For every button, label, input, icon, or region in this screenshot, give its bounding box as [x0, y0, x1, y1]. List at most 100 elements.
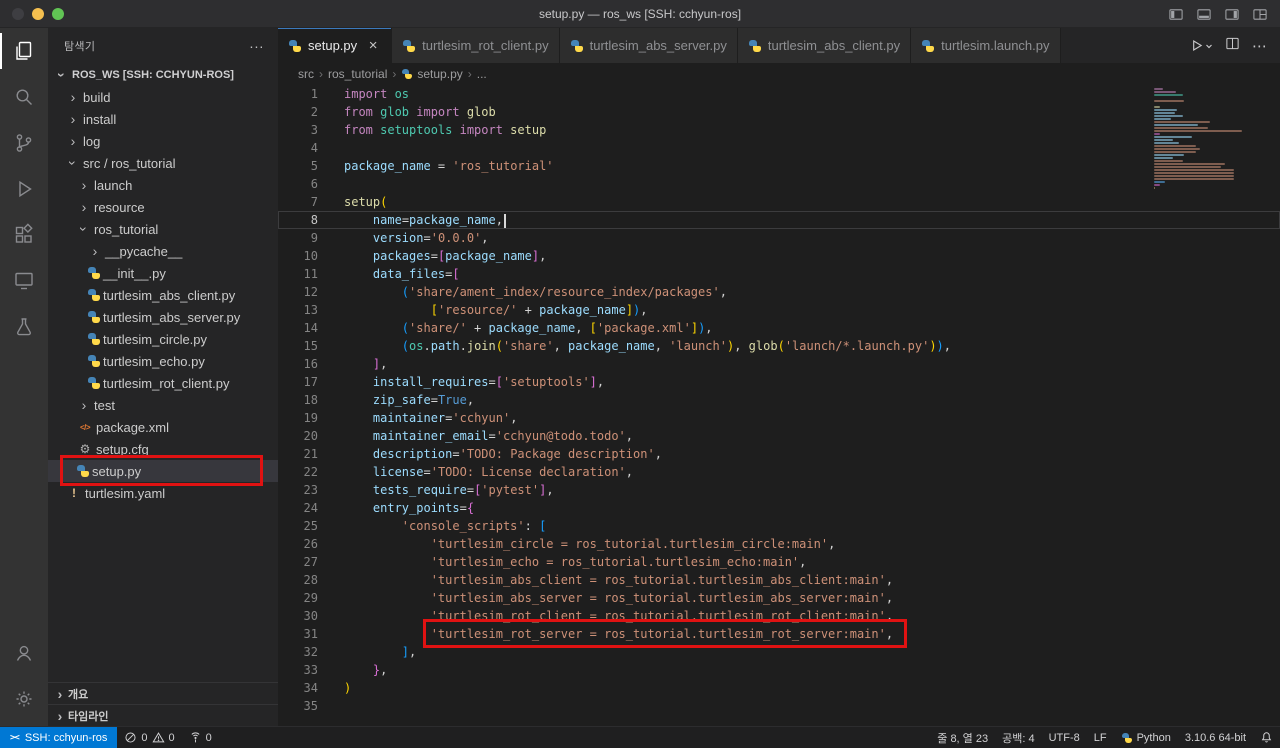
run-and-debug-view-button[interactable]	[0, 166, 48, 212]
language-mode[interactable]: Python	[1114, 727, 1178, 748]
code-line-35[interactable]: 35	[278, 697, 1280, 715]
breadcrumb-item-ros-tutorial[interactable]: ros_tutorial	[328, 67, 387, 81]
code-line-20[interactable]: 20 maintainer_email='cchyun@todo.todo',	[278, 427, 1280, 445]
breadcrumb-item-setup-py[interactable]: setup.py	[401, 67, 463, 81]
code-line-29[interactable]: 29 'turtlesim_abs_server = ros_tutorial.…	[278, 589, 1280, 607]
code-line-9[interactable]: 9 version='0.0.0',	[278, 229, 1280, 247]
code-line-15[interactable]: 15 (os.path.join('share', package_name, …	[278, 337, 1280, 355]
minimap-line	[1154, 154, 1185, 156]
python-interpreter[interactable]: 3.10.6 64-bit	[1178, 727, 1253, 748]
code-line-5[interactable]: 5 package_name = 'ros_tutorial'	[278, 157, 1280, 175]
code-line-6[interactable]: 6	[278, 175, 1280, 193]
ports-indicator[interactable]: 0	[182, 727, 219, 748]
tab-turtlesim-launch-py[interactable]: turtlesim.launch.py	[911, 28, 1061, 63]
manage-button[interactable]	[0, 676, 48, 722]
eol-sequence[interactable]: LF	[1087, 727, 1114, 748]
code-line-25[interactable]: 25 'console_scripts': [	[278, 517, 1280, 535]
ports-count: 0	[205, 731, 212, 744]
tree-item-src-ros-tutorial[interactable]: › src / ros_tutorial	[48, 152, 278, 174]
tree-item-turtlesim-echo-py[interactable]: turtlesim_echo.py	[48, 350, 278, 372]
run-python-file-button[interactable]	[1189, 38, 1213, 53]
code-line-26[interactable]: 26 'turtlesim_circle = ros_tutorial.turt…	[278, 535, 1280, 553]
toggle-sidebar-icon[interactable]	[1168, 7, 1184, 22]
tree-item-pycache[interactable]: › __pycache__	[48, 240, 278, 262]
minimize-button[interactable]	[32, 8, 44, 20]
code-line-34[interactable]: 34)	[278, 679, 1280, 697]
tab-turtlesim-abs-server-py[interactable]: turtlesim_abs_server.py	[559, 28, 738, 63]
close-icon[interactable]: ×	[365, 37, 381, 54]
code-line-13[interactable]: 13 ['resource/' + package_name]),	[278, 301, 1280, 319]
cursor-position[interactable]: 줄 8, 열 23	[930, 727, 995, 748]
tree-item-launch[interactable]: › launch	[48, 174, 278, 196]
timeline-section[interactable]: › 타임라인	[48, 704, 278, 726]
code-line-14[interactable]: 14 ('share/' + package_name, ['package.x…	[278, 319, 1280, 337]
code-line-2[interactable]: 2 from glob import glob	[278, 103, 1280, 121]
extensions-view-button[interactable]	[0, 212, 48, 258]
code-line-22[interactable]: 22 license='TODO: License declaration',	[278, 463, 1280, 481]
remote-indicator[interactable]: >< SSH: cchyun-ros	[0, 727, 118, 748]
tab-setup-py[interactable]: setup.py ×	[278, 28, 393, 63]
tree-item-init-py[interactable]: __init__.py	[48, 262, 278, 284]
split-editor-button[interactable]	[1225, 36, 1240, 56]
tree-item-install[interactable]: › install	[48, 108, 278, 130]
explorer-view-button[interactable]	[0, 28, 48, 74]
code-line-28[interactable]: 28 'turtlesim_abs_client = ros_tutorial.…	[278, 571, 1280, 589]
tree-item-turtlesim-abs-client-py[interactable]: turtlesim_abs_client.py	[48, 284, 278, 306]
tree-item-package-xml[interactable]: </> package.xml	[48, 416, 278, 438]
problems-indicator[interactable]: 0 0	[117, 727, 181, 748]
search-view-button[interactable]	[0, 74, 48, 120]
minimap-line	[1154, 172, 1234, 174]
tab-turtlesim-rot-client-py[interactable]: turtlesim_rot_client.py	[392, 28, 560, 63]
line-content	[318, 697, 344, 715]
zoom-button[interactable]	[52, 8, 64, 20]
testing-view-button[interactable]	[0, 304, 48, 350]
tree-item-test[interactable]: › test	[48, 394, 278, 416]
tree-item-log[interactable]: › log	[48, 130, 278, 152]
source-control-view-button[interactable]	[0, 120, 48, 166]
toggle-secondary-sidebar-icon[interactable]	[1224, 7, 1240, 22]
code-line-3[interactable]: 3 from setuptools import setup	[278, 121, 1280, 139]
tree-item-ros-tutorial[interactable]: › ros_tutorial	[48, 218, 278, 240]
customize-layout-icon[interactable]	[1252, 7, 1268, 22]
notifications[interactable]	[1253, 727, 1280, 748]
breadcrumb-item-[interactable]: ...	[477, 67, 487, 81]
code-line-12[interactable]: 12 ('share/ament_index/resource_index/pa…	[278, 283, 1280, 301]
code-line-21[interactable]: 21 description='TODO: Package descriptio…	[278, 445, 1280, 463]
minimap-line	[1154, 88, 1164, 90]
code-line-7[interactable]: 7 setup(	[278, 193, 1280, 211]
outline-section[interactable]: › 개요	[48, 682, 278, 704]
toggle-panel-icon[interactable]	[1196, 7, 1212, 22]
more-actions-icon[interactable]: ⋯	[1252, 37, 1268, 55]
code-line-17[interactable]: 17 install_requires=['setuptools'],	[278, 373, 1280, 391]
code-line-23[interactable]: 23 tests_require=['pytest'],	[278, 481, 1280, 499]
code-line-11[interactable]: 11 data_files=[	[278, 265, 1280, 283]
code-line-8[interactable]: 8 name=package_name,	[278, 211, 1280, 229]
accounts-button[interactable]	[0, 630, 48, 676]
close-button[interactable]	[12, 8, 24, 20]
indentation[interactable]: 공백: 4	[995, 727, 1041, 748]
breadcrumb-item-src[interactable]: src	[298, 67, 314, 81]
code-line-33[interactable]: 33 },	[278, 661, 1280, 679]
tree-item-turtlesim-rot-client-py[interactable]: turtlesim_rot_client.py	[48, 372, 278, 394]
tree-item-ros-ws-ssh-cchyun-ros[interactable]: › ROS_WS [SSH: CCHYUN-ROS]	[48, 64, 278, 86]
remote-explorer-view-button[interactable]	[0, 258, 48, 304]
code-line-10[interactable]: 10 packages=[package_name],	[278, 247, 1280, 265]
code-line-1[interactable]: 1 import os	[278, 85, 1280, 103]
code-line-4[interactable]: 4	[278, 139, 1280, 157]
code-line-27[interactable]: 27 'turtlesim_echo = ros_tutorial.turtle…	[278, 553, 1280, 571]
tree-item-resource[interactable]: › resource	[48, 196, 278, 218]
line-number: 11	[303, 267, 318, 281]
code-line-16[interactable]: 16 ],	[278, 355, 1280, 373]
tree-item-build[interactable]: › build	[48, 86, 278, 108]
tree-item-turtlesim-circle-py[interactable]: turtlesim_circle.py	[48, 328, 278, 350]
tab-turtlesim-abs-client-py[interactable]: turtlesim_abs_client.py	[737, 28, 912, 63]
tree-item-turtlesim-abs-server-py[interactable]: turtlesim_abs_server.py	[48, 306, 278, 328]
encoding[interactable]: UTF-8	[1042, 727, 1087, 748]
code-line-19[interactable]: 19 maintainer='cchyun',	[278, 409, 1280, 427]
code-line-24[interactable]: 24 entry_points={	[278, 499, 1280, 517]
code-line-18[interactable]: 18 zip_safe=True,	[278, 391, 1280, 409]
line-number: 5	[310, 159, 318, 173]
line-number: 29	[303, 591, 318, 605]
more-actions-icon[interactable]: ···	[249, 38, 264, 54]
minimap[interactable]	[1154, 88, 1264, 193]
